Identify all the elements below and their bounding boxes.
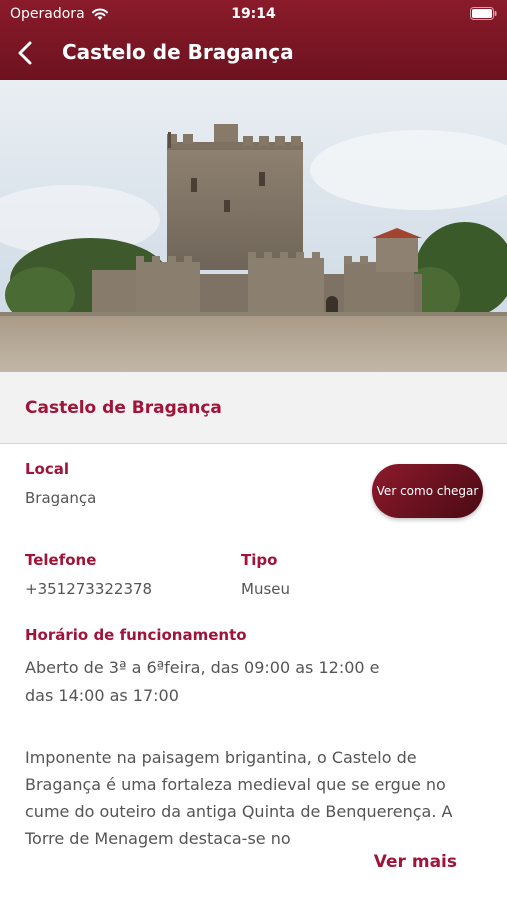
castle-photo: [0, 80, 507, 372]
chevron-left-icon: [18, 41, 32, 65]
hours-label: Horário de funcionamento: [25, 626, 247, 644]
back-button[interactable]: [14, 38, 38, 68]
see-more-button[interactable]: Ver mais: [374, 852, 457, 872]
hours-value: Aberto de 3ª a 6ªfeira, das 09:00 as 12:…: [25, 658, 380, 705]
status-time: 19:14: [231, 6, 276, 22]
directions-button-label: Ver como chegar: [376, 484, 479, 498]
type-label: Tipo: [241, 551, 278, 569]
phone-value[interactable]: +351273322378: [25, 580, 152, 598]
nav-bar: Castelo de Bragança: [0, 34, 507, 74]
battery-icon: [470, 7, 497, 24]
status-bar: Operadora 19:14: [0, 0, 507, 28]
type-value: Museu: [241, 580, 290, 598]
local-label: Local: [25, 460, 70, 478]
page-title: Castelo de Bragança: [62, 40, 294, 64]
directions-button[interactable]: Ver como chegar: [372, 464, 483, 518]
app-header: Operadora 19:14 Castelo de Bragança: [0, 0, 507, 80]
local-value: Bragança: [25, 489, 97, 507]
phone-label: Telefone: [25, 551, 97, 569]
place-name-bar: Castelo de Bragança: [0, 372, 507, 444]
place-name: Castelo de Bragança: [25, 398, 222, 418]
description-text: Imponente na paisagem brigantina, o Cast…: [25, 748, 453, 848]
